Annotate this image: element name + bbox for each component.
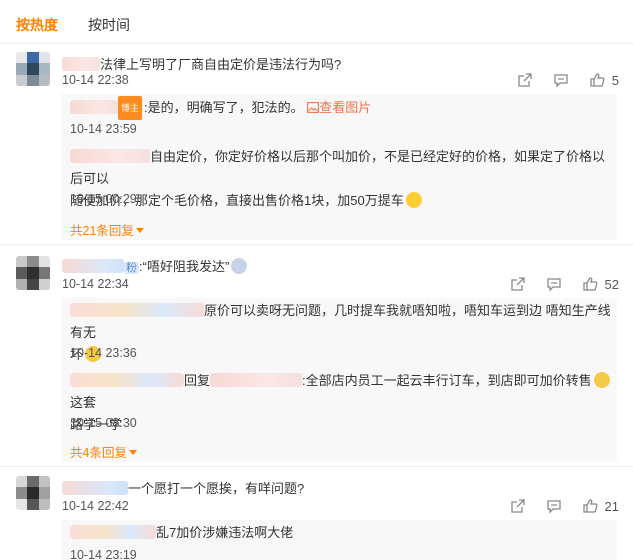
reply-time: 10-14 23:36: [70, 346, 137, 360]
reply-username[interactable]: [70, 525, 156, 539]
avatar[interactable]: [16, 52, 50, 86]
mentioned-username[interactable]: [210, 373, 303, 387]
comment-actions: 5: [517, 72, 619, 88]
avatar[interactable]: [16, 256, 50, 290]
comment-time: 10-14 22:38: [62, 73, 129, 87]
reply-time: 10-14 23:19: [70, 548, 137, 560]
image-icon: [307, 102, 320, 113]
divider: [0, 244, 633, 245]
reply-box: 乱7加价涉嫌违法啊大佬 10-14 23:19: [62, 520, 617, 560]
reply-time: 10-14 23:59: [70, 122, 137, 136]
chevron-down-icon: [135, 228, 144, 233]
like-icon[interactable]: [582, 276, 598, 292]
divider: [0, 466, 633, 467]
reply-text: 原价可以卖呀无问题，几时提车我就唔知啦，唔知车运到边 唔知生产线有无 坏: [70, 303, 611, 362]
reply-text: 自由定价，你定好价格以后那个叫加价，不是已经定好的价格，如果定了价格以后可以 随…: [70, 149, 606, 208]
more-replies-link[interactable]: 共4条回复: [70, 442, 137, 461]
comment-text: 粉:“唔好阻我发达”: [62, 256, 248, 275]
reply-text: 回复:全部店内员工一起云丰行订车，到店即可加价转售这套 路学一学: [70, 370, 617, 436]
username[interactable]: [62, 57, 100, 71]
reply-username[interactable]: [70, 149, 150, 163]
comment-icon[interactable]: [546, 498, 562, 514]
username[interactable]: [62, 259, 124, 273]
username[interactable]: [62, 481, 128, 495]
comment-time: 10-14 22:34: [62, 277, 129, 291]
comment-text: 一个愿打一个愿挨，有咩问题?: [62, 478, 304, 497]
share-icon[interactable]: [510, 276, 526, 292]
reply-box: 原价可以卖呀无问题，几时提车我就唔知啦，唔知车运到边 唔知生产线有无 坏 10-…: [62, 298, 617, 462]
reply-time: 10-15 08:30: [70, 416, 137, 430]
fan-badge: 粉: [124, 262, 139, 274]
blogger-badge: 博主: [118, 96, 143, 120]
comment-icon[interactable]: [546, 276, 562, 292]
like-count: 5: [611, 72, 619, 88]
reply-text: 博主:是的，明确写了，犯法的。 查看图片: [70, 96, 371, 120]
emoji-icon: [593, 372, 610, 388]
like-icon[interactable]: [582, 498, 598, 514]
reply-box: 博主:是的，明确写了，犯法的。 查看图片 10-14 23:59 自由定价，你定…: [62, 94, 617, 240]
share-icon[interactable]: [517, 72, 533, 88]
comment-actions: 21: [510, 498, 619, 514]
comment-actions: 52: [510, 276, 619, 292]
reply-username[interactable]: [70, 100, 118, 114]
reply-username[interactable]: [70, 373, 184, 387]
comment-icon[interactable]: [553, 72, 569, 88]
reply-username[interactable]: [70, 303, 204, 317]
reply-time: 10-15 00:29: [70, 192, 137, 206]
grin-emoji-icon: [405, 192, 422, 208]
tab-by-hotness[interactable]: 按热度: [16, 15, 58, 35]
sort-tabs: 按热度 按时间: [0, 0, 633, 44]
share-icon[interactable]: [510, 498, 526, 514]
avatar[interactable]: [16, 476, 50, 510]
more-replies-link[interactable]: 共21条回复: [70, 220, 144, 239]
comment-text: 法律上写明了厂商自由定价是违法行为吗?: [62, 54, 341, 73]
chevron-down-icon: [128, 450, 137, 455]
comment-time: 10-14 22:42: [62, 499, 129, 513]
tab-by-time[interactable]: 按时间: [88, 15, 130, 35]
view-image-link[interactable]: 查看图片: [307, 100, 371, 115]
reply-text: 乱7加价涉嫌违法啊大佬: [70, 522, 293, 544]
like-button[interactable]: 52: [582, 276, 619, 292]
like-count: 21: [604, 498, 619, 514]
like-button[interactable]: 5: [589, 72, 619, 88]
emoji-icon: [231, 258, 248, 274]
like-icon[interactable]: [589, 72, 605, 88]
like-count: 52: [604, 276, 619, 292]
like-button[interactable]: 21: [582, 498, 619, 514]
